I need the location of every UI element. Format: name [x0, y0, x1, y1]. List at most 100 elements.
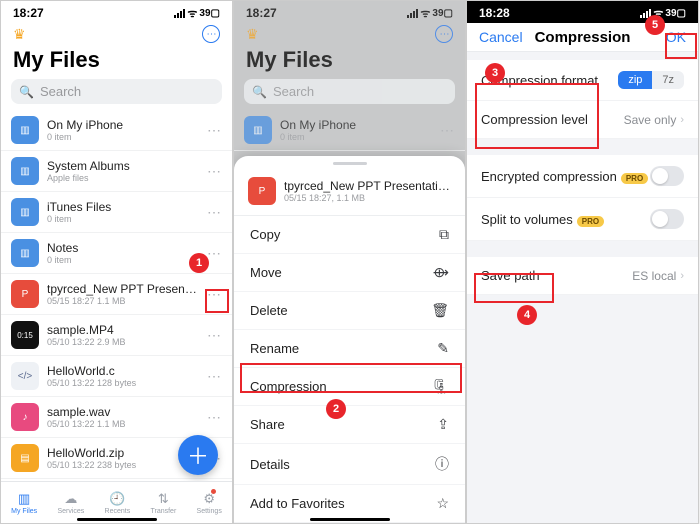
- battery-icon: 39▢: [199, 8, 220, 19]
- archive-icon: 🗜: [431, 378, 449, 395]
- wifi-icon: ᯤ: [187, 6, 197, 21]
- option-level[interactable]: Compression level Save only›: [467, 101, 698, 139]
- cellular-icon: [174, 9, 185, 18]
- action-sheet: P tpyrced_New PPT Presentation.ppt05/15 …: [234, 156, 465, 523]
- crown-icon[interactable]: ♛: [246, 26, 259, 43]
- screen-3: 18:28 ᯤ 39▢ Cancel Compression OK Compre…: [466, 0, 699, 524]
- list-item[interactable]: ▥On My iPhone0 item⋯: [1, 110, 232, 151]
- status-right: ᯤ 39▢: [174, 6, 220, 21]
- info-icon: ⓘ: [435, 454, 449, 474]
- search-input[interactable]: 🔍 Search: [244, 79, 455, 104]
- move-icon: ⟴: [433, 264, 449, 281]
- folder-icon: ▥: [244, 116, 272, 144]
- list-item[interactable]: ▥iTunes Files0 item⋯: [1, 192, 232, 233]
- row-more-button[interactable]: ⋯: [438, 122, 455, 139]
- action-copy[interactable]: Copy⧉: [234, 216, 465, 254]
- share-icon: ⇪: [437, 416, 449, 433]
- action-delete[interactable]: Delete🗑: [234, 292, 465, 330]
- row-more-button[interactable]: ⋯: [205, 286, 222, 303]
- folder-icon: ▥: [11, 157, 39, 185]
- badge-dot: [211, 489, 216, 494]
- tab-myfiles[interactable]: ▥My Files: [11, 491, 37, 515]
- pro-badge: PRO: [621, 173, 648, 184]
- list-item[interactable]: Ptpyrced_New PPT Presentation.ppt05/15 1…: [1, 274, 232, 315]
- row-more-button[interactable]: ⋯: [205, 368, 222, 385]
- clock-icon: 🕘: [109, 491, 125, 507]
- video-icon: 0:15: [11, 321, 39, 349]
- list-item[interactable]: ▥On My iPhone0 item⋯: [234, 110, 465, 151]
- code-icon: </>: [11, 362, 39, 390]
- crown-icon[interactable]: ♛: [13, 26, 26, 43]
- split-switch[interactable]: [650, 209, 684, 229]
- folder-icon: ▥: [11, 239, 39, 267]
- status-bar: 18:27 ᯤ 39▢: [234, 1, 465, 23]
- search-input[interactable]: 🔍 Search: [11, 79, 222, 104]
- row-more-button[interactable]: ⋯: [205, 327, 222, 344]
- tab-transfer[interactable]: ⇅Transfer: [150, 491, 176, 515]
- tab-settings[interactable]: ⚙Settings: [197, 491, 222, 515]
- encrypted-switch[interactable]: [650, 166, 684, 186]
- status-bar: 18:27 ᯤ 39▢: [1, 1, 232, 23]
- ppt-icon: P: [11, 280, 39, 308]
- more-menu-button[interactable]: ⋯: [435, 25, 453, 43]
- tab-recents[interactable]: 🕘Recents: [105, 491, 131, 515]
- status-time: 18:27: [246, 6, 277, 20]
- row-more-button[interactable]: ⋯: [205, 122, 222, 139]
- action-move[interactable]: Move⟴: [234, 254, 465, 292]
- list-item[interactable]: 0:15sample.MP405/10 13:22 2.9 MB⋯: [1, 315, 232, 356]
- tab-services[interactable]: ☁Services: [57, 491, 84, 515]
- folder-icon: ▥: [11, 198, 39, 226]
- action-compression[interactable]: Compression🗜: [234, 368, 465, 406]
- wifi-icon: ᯤ: [420, 6, 430, 21]
- transfer-icon: ⇅: [158, 491, 169, 507]
- home-indicator: [77, 518, 157, 521]
- copy-icon: ⧉: [439, 226, 449, 243]
- option-savepath[interactable]: Save path ES local›: [467, 257, 698, 295]
- row-more-button[interactable]: ⋯: [205, 409, 222, 426]
- row-more-button[interactable]: ⋯: [205, 163, 222, 180]
- chevron-right-icon: ›: [680, 270, 684, 282]
- top-row: ♛ ⋯: [1, 23, 232, 45]
- callout-5: 5: [645, 15, 665, 35]
- edit-icon: ✎: [437, 340, 449, 357]
- action-rename[interactable]: Rename✎: [234, 330, 465, 368]
- search-icon: 🔍: [19, 85, 34, 99]
- audio-icon: ♪: [11, 403, 39, 431]
- page-title: My Files: [1, 45, 232, 79]
- option-split[interactable]: Split to volumesPRO: [467, 198, 698, 241]
- option-encrypted[interactable]: Encrypted compressionPRO: [467, 155, 698, 198]
- callout-4: 4: [517, 305, 537, 325]
- sheet-file-header: P tpyrced_New PPT Presentation.ppt05/15 …: [234, 171, 465, 216]
- status-right: ᯤ 39▢: [407, 6, 453, 21]
- folder-icon: ▥: [18, 491, 30, 507]
- status-time: 18:27: [13, 6, 44, 20]
- search-placeholder: Search: [40, 84, 81, 99]
- add-button[interactable]: ＋: [178, 435, 218, 475]
- action-share[interactable]: Share⇪: [234, 406, 465, 444]
- callout-2: 2: [326, 399, 346, 419]
- action-details[interactable]: Detailsⓘ: [234, 444, 465, 485]
- status-time: 18:28: [479, 6, 510, 20]
- folder-icon: ▥: [11, 116, 39, 144]
- list-item[interactable]: ▥System AlbumsApple files⋯: [1, 151, 232, 192]
- list-item[interactable]: ♪sample.wav05/10 13:22 1.1 MB⋯: [1, 397, 232, 438]
- list-item[interactable]: </>HelloWorld.c05/10 13:22 128 bytes⋯: [1, 356, 232, 397]
- pro-badge: PRO: [577, 216, 604, 227]
- cellular-icon: [407, 9, 418, 18]
- sheet-handle[interactable]: [333, 162, 367, 165]
- search-placeholder: Search: [273, 84, 314, 99]
- format-segmented[interactable]: zip7z: [618, 71, 684, 89]
- ok-button[interactable]: OK: [666, 29, 686, 45]
- screen-1: 18:27 ᯤ 39▢ ♛ ⋯ My Files 🔍 Search ▥On My…: [0, 0, 233, 524]
- callout-3: 3: [485, 63, 505, 83]
- chevron-right-icon: ›: [680, 114, 684, 126]
- top-row: ♛ ⋯: [234, 23, 465, 45]
- section-savepath: Save path ES local›: [467, 257, 698, 295]
- row-more-button[interactable]: ⋯: [205, 204, 222, 221]
- trash-icon: 🗑: [431, 302, 449, 319]
- cancel-button[interactable]: Cancel: [479, 29, 523, 45]
- more-menu-button[interactable]: ⋯: [202, 25, 220, 43]
- screen-2: 18:27 ᯤ 39▢ ♛ ⋯ My Files 🔍 Search ▥On My…: [233, 0, 466, 524]
- ppt-icon: P: [248, 177, 276, 205]
- zip-icon: ▤: [11, 444, 39, 472]
